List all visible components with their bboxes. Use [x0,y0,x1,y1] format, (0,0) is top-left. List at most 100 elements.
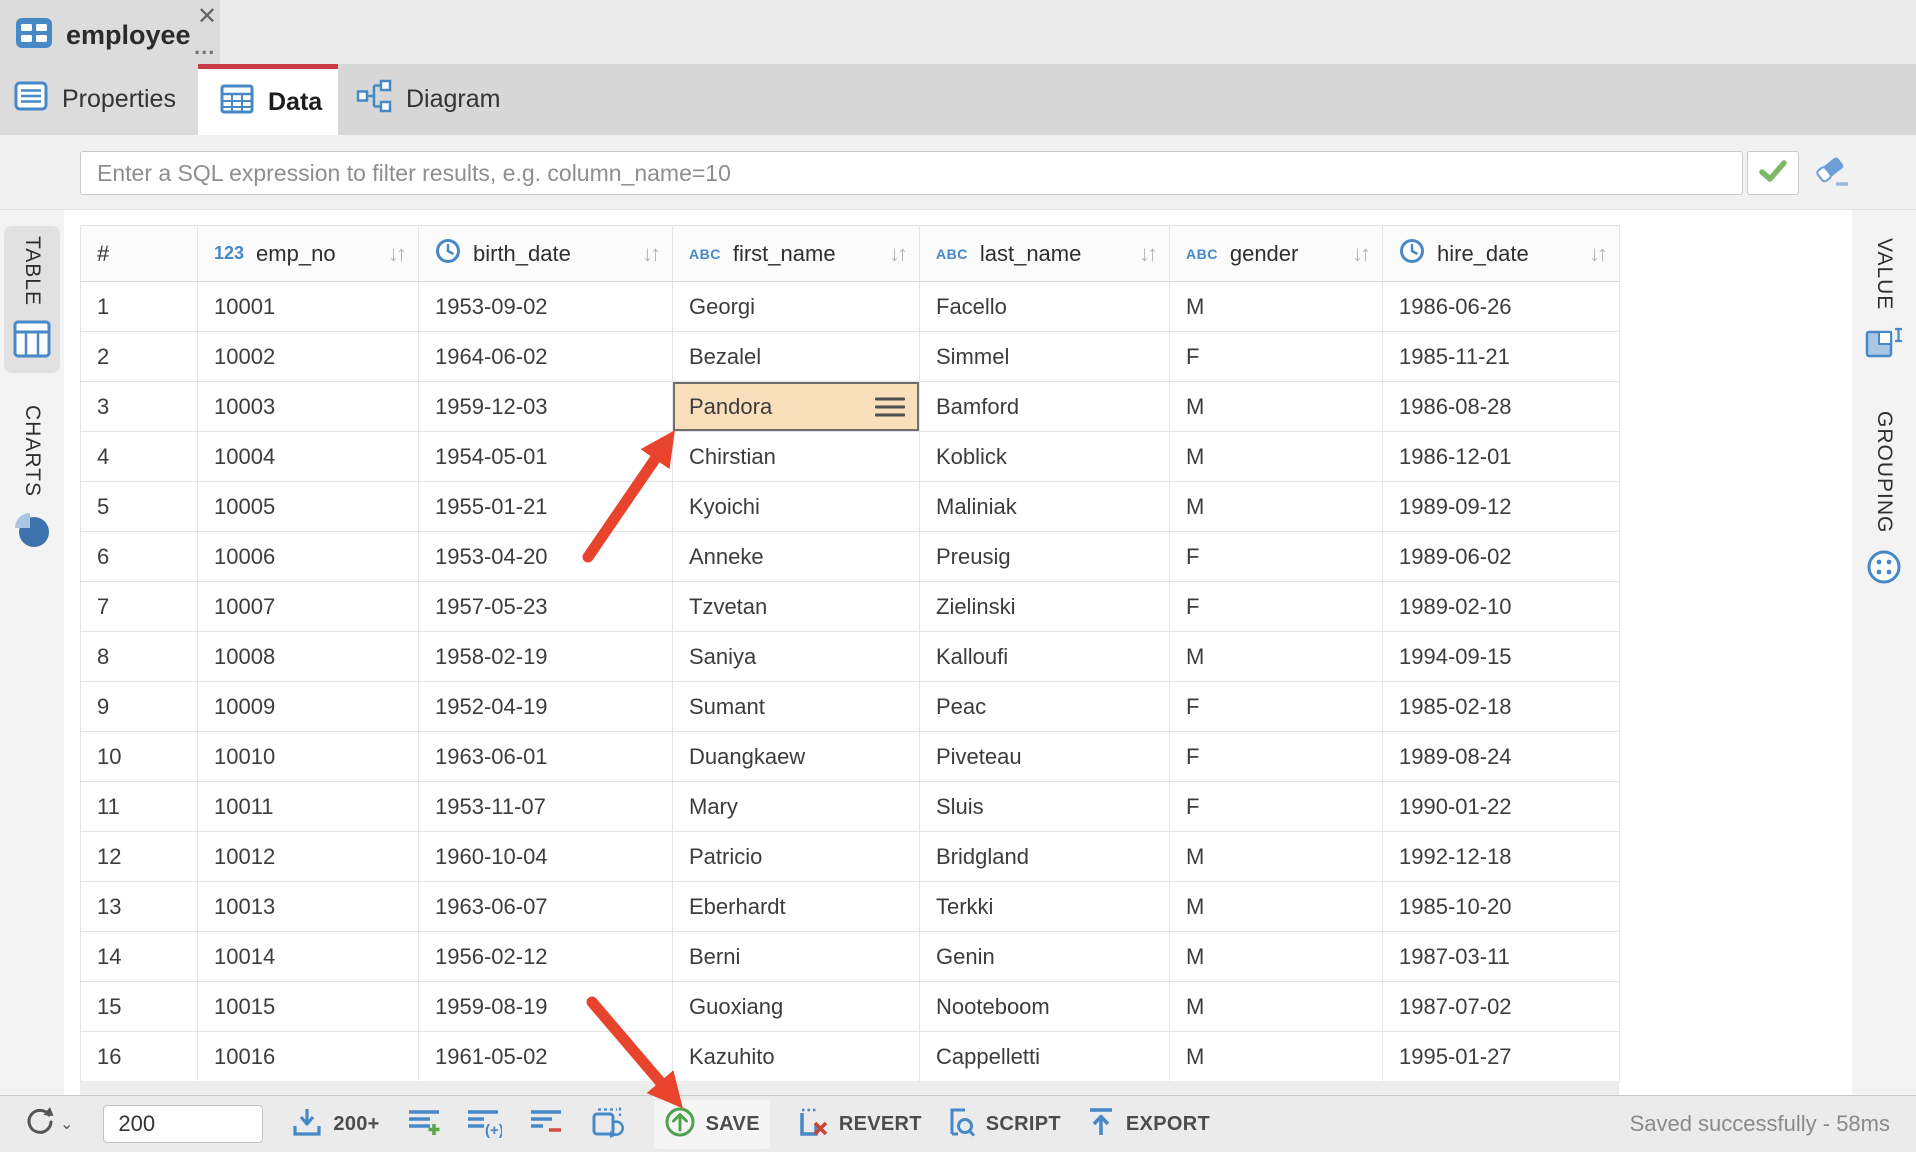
row-number-cell[interactable]: 9 [81,682,198,732]
table-cell[interactable]: 1963-06-07 [419,882,673,932]
table-cell[interactable]: 1985-10-20 [1383,882,1620,932]
table-cell[interactable]: 1986-08-28 [1383,382,1620,432]
table-row[interactable]: 3 10003 1959-12-03 Pandora Bamford M 198… [81,382,1620,432]
table-cell[interactable]: 10009 [198,682,419,732]
table-cell[interactable]: 1958-02-19 [419,632,673,682]
column-header-emp-no[interactable]: 123emp_no↓↑ [198,226,419,282]
revert-button[interactable]: REVERT [795,1106,922,1143]
table-cell[interactable]: F [1170,532,1383,582]
table-cell[interactable]: 1992-12-18 [1383,832,1620,882]
panel-value[interactable]: VALUE [1856,228,1912,375]
sort-arrows-icon[interactable]: ↓↑ [1352,241,1368,267]
table-row[interactable]: 15 10015 1959-08-19 Guoxiang Nooteboom M… [81,982,1620,1032]
row-number-cell[interactable]: 15 [81,982,198,1032]
table-row[interactable]: 14 10014 1956-02-12 Berni Genin M 1987-0… [81,932,1620,982]
row-number-cell[interactable]: 4 [81,432,198,482]
refresh-button[interactable]: ⌄ [22,1105,73,1144]
table-cell[interactable]: M [1170,982,1383,1032]
table-row[interactable]: 6 10006 1953-04-20 Anneke Preusig F 1989… [81,532,1620,582]
table-cell[interactable]: 10015 [198,982,419,1032]
table-cell[interactable]: M [1170,282,1383,332]
table-cell[interactable]: Anneke [673,532,920,582]
table-cell[interactable]: Saniya [673,632,920,682]
panel-charts[interactable]: CHARTS [4,395,60,564]
table-cell[interactable]: 1987-07-02 [1383,982,1620,1032]
close-icon[interactable]: ✕ [194,4,220,30]
apply-filter-button[interactable] [1747,151,1799,195]
table-cell[interactable]: 1963-06-01 [419,732,673,782]
table-cell[interactable]: Simmel [920,332,1170,382]
table-cell[interactable]: Bridgland [920,832,1170,882]
table-cell[interactable]: 10014 [198,932,419,982]
table-cell[interactable]: M [1170,482,1383,532]
table-cell[interactable]: Mary [673,782,920,832]
column-header-birth-date[interactable]: birth_date↓↑ [419,226,673,282]
sort-arrows-icon[interactable]: ↓↑ [1589,241,1605,267]
table-cell[interactable]: Nooteboom [920,982,1170,1032]
table-row[interactable]: 13 10013 1963-06-07 Eberhardt Terkki M 1… [81,882,1620,932]
column-header-first-name[interactable]: ABCfirst_name↓↑ [673,226,920,282]
tab-data[interactable]: Data [198,64,338,135]
table-cell[interactable]: Sumant [673,682,920,732]
row-number-cell[interactable]: 8 [81,632,198,682]
row-number-cell[interactable]: 5 [81,482,198,532]
table-cell[interactable]: M [1170,632,1383,682]
fetch-all-button[interactable]: 200+ [291,1106,379,1143]
table-cell[interactable]: Eberhardt [673,882,920,932]
column-header-hire-date[interactable]: hire_date↓↑ [1383,226,1620,282]
sort-arrows-icon[interactable]: ↓↑ [1139,241,1155,267]
table-cell[interactable]: 1995-01-27 [1383,1032,1620,1082]
table-cell[interactable]: Maliniak [920,482,1170,532]
table-cell[interactable]: 1989-06-02 [1383,532,1620,582]
table-cell[interactable]: Chirstian [673,432,920,482]
table-cell[interactable]: 1985-11-21 [1383,332,1620,382]
table-cell[interactable]: 1989-08-24 [1383,732,1620,782]
table-cell[interactable]: Genin [920,932,1170,982]
table-cell[interactable]: 1989-02-10 [1383,582,1620,632]
table-cell[interactable]: 10005 [198,482,419,532]
table-cell[interactable]: 1957-05-23 [419,582,673,632]
column-header-last-name[interactable]: ABClast_name↓↑ [920,226,1170,282]
chevron-down-icon[interactable]: ⌄ [60,1114,73,1134]
row-number-cell[interactable]: 10 [81,732,198,782]
row-number-cell[interactable]: 12 [81,832,198,882]
table-cell[interactable]: F [1170,582,1383,632]
table-row[interactable]: 8 10008 1958-02-19 Saniya Kalloufi M 199… [81,632,1620,682]
table-cell[interactable]: 1960-10-04 [419,832,673,882]
table-cell[interactable]: M [1170,882,1383,932]
table-cell[interactable]: F [1170,732,1383,782]
sort-arrows-icon[interactable]: ↓↑ [642,241,658,267]
row-number-cell[interactable]: 6 [81,532,198,582]
script-button[interactable]: SCRIPT [942,1106,1061,1143]
save-button[interactable]: SAVE [654,1100,770,1149]
table-row[interactable]: 1 10001 1953-09-02 Georgi Facello M 1986… [81,282,1620,332]
table-row[interactable]: 7 10007 1957-05-23 Tzvetan Zielinski F 1… [81,582,1620,632]
table-cell[interactable]: Pandora [673,382,920,432]
table-cell[interactable]: Sluis [920,782,1170,832]
table-cell[interactable]: 10006 [198,532,419,582]
sql-filter-input[interactable] [80,151,1743,195]
row-number-cell[interactable]: 2 [81,332,198,382]
table-row[interactable]: 9 10009 1952-04-19 Sumant Peac F 1985-02… [81,682,1620,732]
add-row-button[interactable] [407,1106,441,1143]
table-cell[interactable]: F [1170,682,1383,732]
table-cell[interactable]: 1959-08-19 [419,982,673,1032]
table-cell[interactable]: M [1170,932,1383,982]
table-cell[interactable]: Bamford [920,382,1170,432]
row-number-cell[interactable]: 16 [81,1032,198,1082]
sort-arrows-icon[interactable]: ↓↑ [889,241,905,267]
table-cell[interactable]: 1955-01-21 [419,482,673,532]
table-cell[interactable]: Facello [920,282,1170,332]
table-cell[interactable]: 10001 [198,282,419,332]
add-row-copy-button[interactable]: (+) [466,1106,502,1143]
row-number-cell[interactable]: 1 [81,282,198,332]
table-cell[interactable]: F [1170,332,1383,382]
table-row[interactable]: 10 10010 1963-06-01 Duangkaew Piveteau F… [81,732,1620,782]
row-number-cell[interactable]: 14 [81,932,198,982]
table-cell[interactable]: 10004 [198,432,419,482]
table-row[interactable]: 11 10011 1953-11-07 Mary Sluis F 1990-01… [81,782,1620,832]
row-number-cell[interactable]: 3 [81,382,198,432]
table-cell[interactable]: 10008 [198,632,419,682]
row-number-cell[interactable]: 7 [81,582,198,632]
table-cell[interactable]: 10013 [198,882,419,932]
